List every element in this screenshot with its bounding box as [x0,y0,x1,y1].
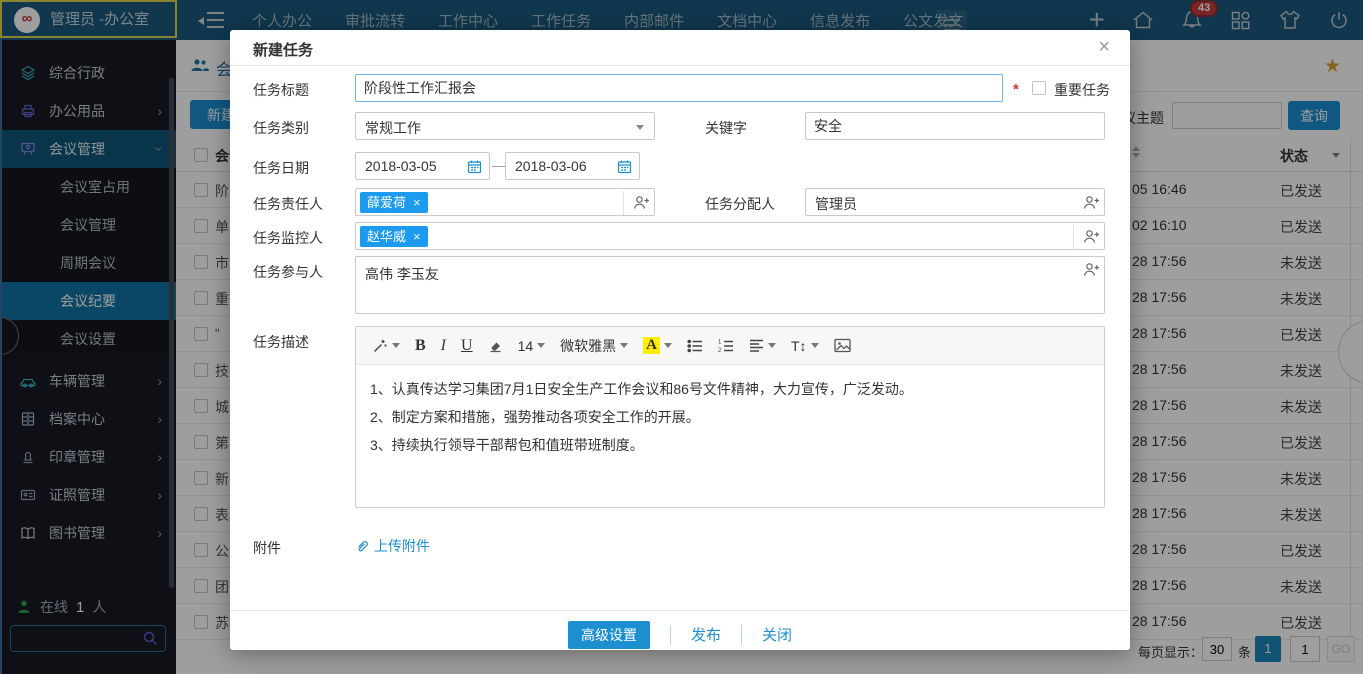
footer-separator [741,625,742,645]
description-line: 2、制定方案和措施，强势推动各项安全工作的开展。 [370,403,1090,431]
rich-text-editor: B I U 14 微软雅黑 A 12 T↕ [355,326,1105,508]
description-line: 1、认真传达学习集团7月1日安全生产工作会议和86号文件精神，大力宣传，广泛发动… [370,375,1090,403]
tag-remove-icon[interactable]: × [413,195,421,210]
italic-button[interactable]: I [441,337,446,355]
task-participants-field[interactable]: 高伟 李玉友 [355,256,1105,314]
important-task-label: 重要任务 [1054,80,1110,100]
magic-format-icon[interactable] [372,338,400,354]
attachment-label: 附件 [253,538,281,558]
start-date-input[interactable]: 2018-03-05 [355,152,490,180]
upload-attachment-link[interactable]: 上传附件 [355,536,430,556]
add-person-icon[interactable] [632,194,650,212]
owner-tag-name: 薛爱荷 [367,195,406,210]
task-monitor-label: 任务监控人 [253,228,323,248]
calendar-icon[interactable] [467,159,482,174]
owner-tag: 薛爱荷 × [360,192,428,213]
task-participants-label: 任务参与人 [253,262,323,282]
close-button[interactable]: 关闭 [762,624,792,645]
modal-footer: 高级设置 发布 关闭 [230,610,1130,650]
task-assigner-field[interactable]: 管理员 [805,188,1105,216]
footer-separator [670,625,671,645]
font-family-dropdown[interactable]: 微软雅黑 [560,336,628,356]
insert-image-button[interactable] [834,338,851,353]
calendar-icon[interactable] [617,159,632,174]
app-window: ∞ 管理员 -办公室 个人办公审批流转工作中心工作任务内部邮件文档中心信息发布公… [0,0,1363,674]
add-person-icon[interactable] [1082,228,1100,246]
add-person-icon[interactable] [1082,194,1100,212]
important-task-checkbox[interactable] [1032,81,1046,95]
modal-header: 新建任务 × [230,30,1130,66]
keyword-label: 关键字 [705,118,747,138]
paperclip-icon [355,539,370,554]
bold-button[interactable]: B [415,337,426,355]
font-color-dropdown[interactable]: A [643,337,672,354]
align-dropdown[interactable] [749,339,776,352]
editor-toolbar: B I U 14 微软雅黑 A 12 T↕ [356,327,1104,365]
monitor-tag-name: 赵华威 [367,229,406,244]
required-asterisk: * [1013,81,1019,98]
task-category-value: 常规工作 [365,118,421,138]
monitor-tag: 赵华威 × [360,226,428,247]
svg-text:1: 1 [718,339,722,345]
assigner-value: 管理员 [815,194,857,214]
start-date-value: 2018-03-05 [365,158,437,174]
editor-content[interactable]: 1、认真传达学习集团7月1日安全生产工作会议和86号文件精神，大力宣传，广泛发动… [356,365,1104,509]
task-category-select[interactable]: 常规工作 [355,112,655,140]
keyword-input[interactable] [805,112,1105,140]
close-icon[interactable]: × [1098,36,1110,59]
advanced-settings-button[interactable]: 高级设置 [568,621,650,649]
task-title-input[interactable] [355,74,1003,102]
date-range-separator: — [492,157,506,173]
participants-value: 高伟 李玉友 [365,264,439,284]
task-description-label: 任务描述 [253,332,309,352]
font-size-dropdown[interactable]: 14 [518,338,546,354]
bullet-list-button[interactable] [687,339,703,353]
task-monitor-field[interactable]: 赵华威 × [355,222,1105,250]
tag-remove-icon[interactable]: × [413,229,421,244]
eraser-icon[interactable] [488,338,503,353]
svg-text:2: 2 [718,348,722,353]
new-task-modal: 新建任务 × 任务标题 * 重要任务 任务类别 常规工作 关键字 任务日期 20… [230,30,1130,650]
line-height-dropdown[interactable]: T↕ [791,338,819,354]
task-category-label: 任务类别 [253,118,309,138]
task-date-label: 任务日期 [253,158,309,178]
add-person-icon[interactable] [1082,261,1100,279]
description-line: 3、持续执行领导干部帮包和值班带班制度。 [370,431,1090,459]
publish-button[interactable]: 发布 [691,624,721,645]
task-owner-label: 任务责任人 [253,194,323,214]
underline-button[interactable]: U [461,337,473,355]
select-caret-icon [636,125,644,130]
modal-title: 新建任务 [253,39,313,60]
task-assigner-label: 任务分配人 [705,194,775,214]
end-date-value: 2018-03-06 [515,158,587,174]
task-owner-field[interactable]: 薛爱荷 × [355,188,655,216]
end-date-input[interactable]: 2018-03-06 [505,152,640,180]
task-title-label: 任务标题 [253,80,309,100]
upload-attachment-text: 上传附件 [374,536,430,556]
numbered-list-button[interactable]: 12 [718,339,734,353]
